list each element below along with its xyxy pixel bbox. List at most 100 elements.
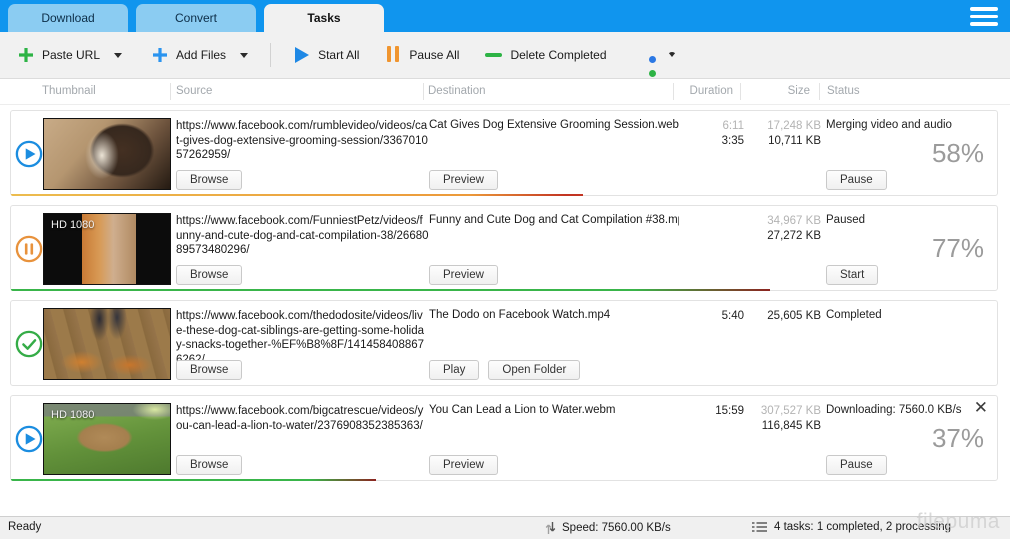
size-done: 27,272 KB	[749, 229, 821, 244]
progress-bar	[11, 289, 770, 291]
column-size: Size	[740, 85, 810, 97]
title-bar: Download Convert Tasks	[0, 0, 1010, 32]
destination-filename: Funny and Cute Dog and Cat Compilation #…	[429, 214, 679, 226]
status-text: Merging video and audio	[826, 119, 998, 131]
paste-url-label: Paste URL	[42, 48, 100, 62]
destination-filename: Cat Gives Dog Extensive Grooming Session…	[429, 119, 679, 131]
minus-icon	[485, 53, 502, 57]
pause-button[interactable]: Pause	[826, 170, 887, 190]
delete-completed-button[interactable]: Delete Completed	[477, 42, 614, 68]
status-text: Paused	[826, 214, 998, 226]
tab-tasks[interactable]: Tasks	[264, 4, 384, 32]
duration-total: 5:40	[666, 309, 744, 324]
column-separator	[673, 83, 674, 100]
video-thumbnail: HD 1080	[43, 403, 171, 475]
browse-button[interactable]: Browse	[176, 170, 242, 190]
tab-convert[interactable]: Convert	[136, 4, 256, 32]
speed-indicator: Speed: 7560.00 KB/s	[545, 521, 671, 535]
source-url: https://www.facebook.com/FunniestPetz/vi…	[176, 214, 429, 258]
size-done: 10,711 KB	[749, 134, 821, 149]
ready-status: Ready	[8, 521, 41, 533]
chevron-down-icon[interactable]	[240, 53, 248, 58]
browse-button[interactable]: Browse	[176, 265, 242, 285]
pause-circle-icon[interactable]	[15, 235, 43, 263]
progress-bar	[11, 194, 583, 196]
app-window: Download Convert Tasks Paste URL Add Fil…	[0, 0, 1010, 539]
open-folder-button[interactable]: Open Folder	[488, 360, 580, 380]
column-destination: Destination	[428, 85, 486, 97]
toolbar-separator	[270, 43, 271, 67]
tab-convert-label: Convert	[175, 11, 217, 25]
add-files-label: Add Files	[176, 48, 226, 62]
column-separator	[740, 83, 741, 100]
chevron-down-icon	[668, 52, 676, 59]
progress-percent: 37%	[932, 423, 984, 454]
speed-arrows-icon	[545, 521, 556, 535]
preview-button[interactable]: Preview	[429, 455, 498, 475]
size-done: 116,845 KB	[749, 419, 821, 434]
play-icon	[293, 46, 310, 64]
column-thumbnail: Thumbnail	[42, 85, 96, 97]
add-files-button[interactable]: Add Files	[144, 41, 256, 69]
size-total: 25,605 KB	[749, 309, 821, 324]
play-button[interactable]: Play	[429, 360, 479, 380]
start-all-button[interactable]: Start All	[285, 40, 367, 70]
hd-badge: HD 1080	[51, 409, 94, 421]
list-icon	[752, 521, 767, 533]
task-row-1: https://www.facebook.com/rumblevideo/vid…	[10, 110, 998, 196]
video-thumbnail	[43, 118, 171, 190]
pause-all-label: Pause All	[409, 48, 459, 62]
toolbar: Paste URL Add Files Start All Pause All …	[0, 32, 1010, 79]
check-circle-icon	[15, 330, 43, 358]
start-all-label: Start All	[318, 48, 359, 62]
destination-filename: The Dodo on Facebook Watch.mp4	[429, 309, 679, 321]
more-options-button[interactable]	[641, 46, 688, 65]
video-thumbnail	[43, 308, 171, 380]
menu-icon[interactable]	[970, 7, 998, 26]
status-text: Completed	[826, 309, 998, 321]
pause-icon	[385, 46, 401, 65]
size-total: 307,527 KB	[749, 404, 821, 419]
progress-percent: 58%	[932, 138, 984, 169]
dots-icon	[649, 52, 656, 59]
play-circle-icon[interactable]	[15, 425, 43, 453]
progress-percent: 77%	[932, 233, 984, 264]
video-thumbnail: HD 1080	[43, 213, 171, 285]
browse-button[interactable]: Browse	[176, 360, 242, 380]
paste-url-button[interactable]: Paste URL	[10, 41, 130, 69]
pause-all-button[interactable]: Pause All	[377, 40, 467, 71]
duration-total: 6:11	[666, 119, 744, 134]
close-icon[interactable]: ✕	[974, 399, 988, 416]
play-circle-icon[interactable]	[15, 140, 43, 168]
column-status: Status	[827, 85, 860, 97]
speed-text: Speed: 7560.00 KB/s	[562, 522, 671, 534]
task-list: https://www.facebook.com/rumblevideo/vid…	[0, 105, 1010, 481]
tab-download[interactable]: Download	[8, 4, 128, 32]
start-button[interactable]: Start	[826, 265, 878, 285]
size-total: 34,967 KB	[749, 214, 821, 229]
size-total: 17,248 KB	[749, 119, 821, 134]
plus-icon	[18, 47, 34, 63]
column-separator	[423, 83, 424, 100]
source-url: https://www.facebook.com/rumblevideo/vid…	[176, 119, 429, 163]
status-bar: Ready Speed: 7560.00 KB/s 4 tasks: 1 com…	[0, 516, 1010, 539]
column-separator	[819, 83, 820, 100]
browse-button[interactable]: Browse	[176, 455, 242, 475]
preview-button[interactable]: Preview	[429, 170, 498, 190]
tab-download-label: Download	[41, 11, 94, 25]
status-text: Downloading: 7560.0 KB/s	[826, 404, 998, 416]
source-url: https://www.facebook.com/bigcatrescue/vi…	[176, 404, 429, 433]
table-header: Thumbnail Source Destination Duration Si…	[0, 79, 1010, 105]
preview-button[interactable]: Preview	[429, 265, 498, 285]
tab-tasks-label: Tasks	[307, 11, 340, 25]
duration-done: 3:35	[666, 134, 744, 149]
chevron-down-icon[interactable]	[114, 53, 122, 58]
source-url: https://www.facebook.com/thedodosite/vid…	[176, 309, 429, 367]
column-source: Source	[176, 85, 212, 97]
watermark: filepuma	[917, 510, 1000, 534]
pause-button[interactable]: Pause	[826, 455, 887, 475]
duration-total: 15:59	[666, 404, 744, 419]
plus-icon	[152, 47, 168, 63]
column-separator	[170, 83, 171, 100]
destination-filename: You Can Lead a Lion to Water.webm	[429, 404, 679, 416]
